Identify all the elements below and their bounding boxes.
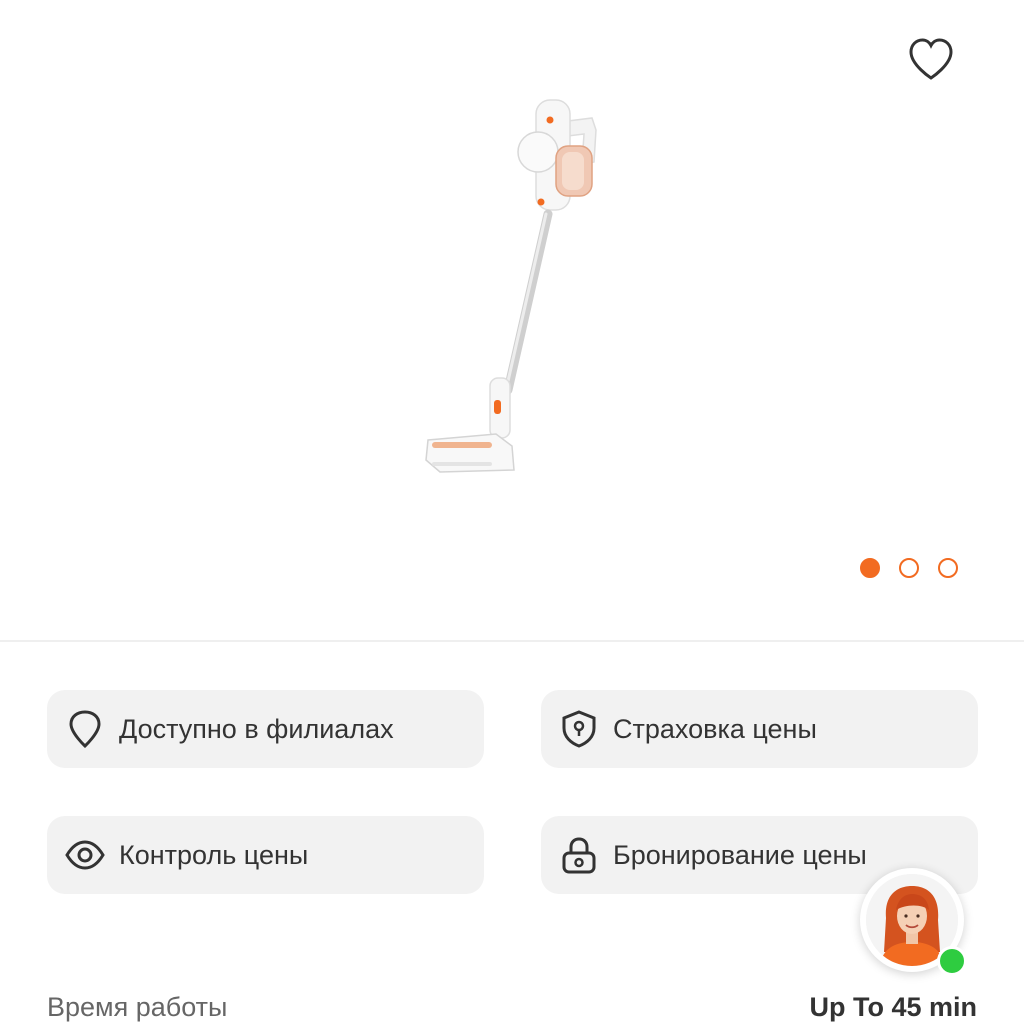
gallery-pagination (860, 558, 958, 578)
eye-icon (65, 835, 105, 875)
price-tracking-button[interactable]: Контроль цены (47, 816, 484, 894)
online-status-indicator (937, 946, 967, 976)
shield-icon (559, 709, 599, 749)
lock-icon (559, 835, 599, 875)
favorite-button[interactable] (905, 35, 957, 83)
delivery-time: Up To 45 min (809, 992, 977, 1022)
feature-label: Контроль цены (119, 839, 309, 870)
product-gallery[interactable] (0, 0, 1024, 640)
gallery-dot-1[interactable] (860, 558, 880, 578)
gallery-dot-2[interactable] (899, 558, 919, 578)
work-time-label: Время работы (47, 992, 228, 1022)
gallery-dot-3[interactable] (938, 558, 958, 578)
price-insurance-button[interactable]: Страховка цены (541, 690, 978, 768)
feature-label: Бронирование цены (613, 839, 867, 870)
section-divider (0, 640, 1024, 642)
feature-label: Страховка цены (613, 713, 817, 744)
product-image[interactable] (410, 90, 620, 480)
feature-label: Доступно в филиалах (119, 713, 394, 744)
location-pin-icon (65, 709, 105, 749)
available-in-branches-button[interactable]: Доступно в филиалах (47, 690, 484, 768)
heart-outline-icon (909, 38, 953, 80)
